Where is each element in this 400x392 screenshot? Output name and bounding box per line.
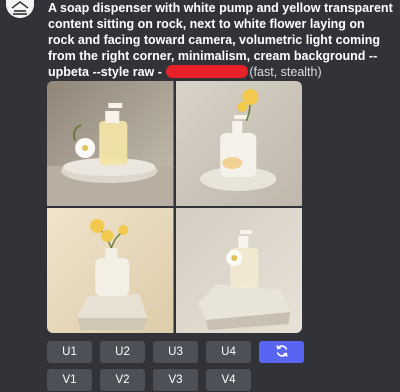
refresh-icon <box>275 344 289 361</box>
variation-button-2[interactable]: V2 <box>100 369 145 391</box>
variation-button-3[interactable]: V3 <box>153 369 198 391</box>
reroll-button[interactable] <box>259 341 304 363</box>
image-grid[interactable] <box>47 81 302 333</box>
generated-image-2[interactable] <box>175 81 302 206</box>
generated-image-1[interactable] <box>47 81 174 206</box>
generated-image-3[interactable] <box>47 208 174 333</box>
message-content: A soap dispenser with white pump and yel… <box>48 0 394 80</box>
upscale-button-4[interactable]: U4 <box>206 341 251 363</box>
upscale-button-3[interactable]: U3 <box>153 341 198 363</box>
bot-avatar[interactable] <box>6 0 34 18</box>
generated-image-4[interactable] <box>175 208 302 333</box>
variation-button-4[interactable]: V4 <box>206 369 251 391</box>
upscale-button-row: U1 U2 U3 U4 <box>47 341 304 363</box>
generation-mode: (fast, stealth) <box>249 65 322 79</box>
redacted-username <box>166 65 249 78</box>
upscale-button-1[interactable]: U1 <box>47 341 92 363</box>
variation-button-1[interactable]: V1 <box>47 369 92 391</box>
upscale-button-2[interactable]: U2 <box>100 341 145 363</box>
variation-button-row: V1 V2 V3 V4 <box>47 369 251 391</box>
